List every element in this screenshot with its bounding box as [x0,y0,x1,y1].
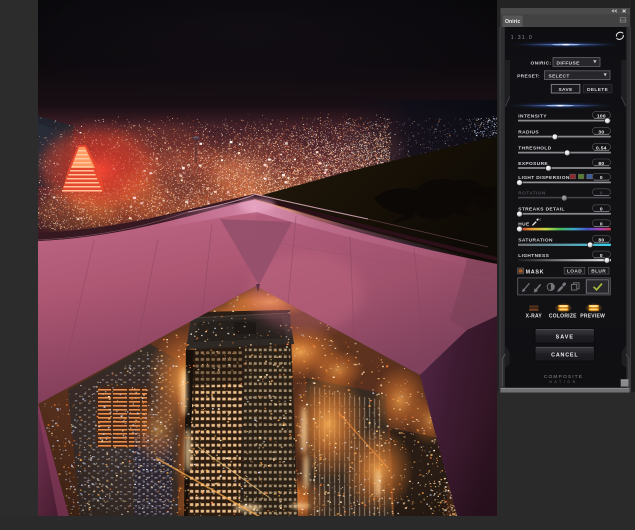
svg-text:DIFFUSE: DIFFUSE [557,60,581,66]
svg-text:0: 0 [600,207,603,213]
svg-text:LOAD: LOAD [567,269,582,275]
svg-text:SELECT: SELECT [549,74,570,80]
svg-text:THRESHOLD: THRESHOLD [518,145,551,151]
svg-text:30: 30 [598,129,604,135]
svg-text:SATURATION: SATURATION [518,237,553,243]
svg-text:LIGHT DISPERSION: LIGHT DISPERSION [518,175,570,181]
svg-text:EXPOSURE: EXPOSURE [518,161,548,167]
svg-text:COLORIZE: COLORIZE [549,314,577,320]
svg-text:0: 0 [600,222,603,228]
svg-text:100: 100 [597,113,606,119]
svg-text:DELETE: DELETE [587,87,609,93]
svg-text:LIGHTNESS: LIGHTNESS [518,253,549,259]
svg-text:SAVE: SAVE [556,335,574,341]
svg-text:PREVIEW: PREVIEW [580,314,605,320]
svg-text:MASK: MASK [526,269,545,275]
svg-text:INTENSITY: INTENSITY [518,113,547,119]
svg-text:COMPOSITE: COMPOSITE [544,374,583,380]
svg-text:CANCEL: CANCEL [551,352,578,358]
svg-text:ROTATION: ROTATION [518,191,546,197]
svg-text:BLUR: BLUR [591,269,606,275]
svg-text:80: 80 [598,237,604,243]
svg-text:0.54: 0.54 [596,145,607,151]
svg-text:PRESET:: PRESET: [517,74,540,80]
svg-text:1.31.0: 1.31.0 [511,35,533,41]
svg-text:0: 0 [600,253,603,259]
svg-text:ONIRIC:: ONIRIC: [530,60,551,66]
svg-text:STREAKS DETAIL: STREAKS DETAIL [518,207,565,213]
svg-text:NATION: NATION [549,380,578,384]
svg-text:80: 80 [598,161,604,167]
svg-text:RADIUS: RADIUS [518,129,539,135]
svg-text:X-RAY: X-RAY [526,314,543,320]
svg-text:Oniric: Oniric [505,19,520,25]
svg-text:0: 0 [600,175,603,181]
svg-text:0: 0 [600,191,603,197]
svg-text:SAVE: SAVE [558,87,573,93]
